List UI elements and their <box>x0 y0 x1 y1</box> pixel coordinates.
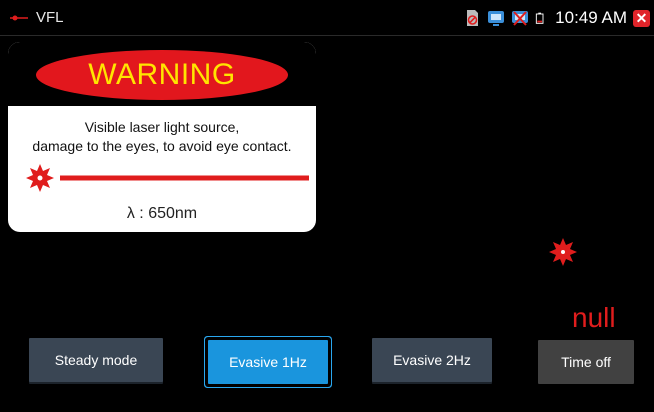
close-icon[interactable]: ✕ <box>633 9 650 27</box>
warning-line-1: Visible laser light source, <box>84 119 240 135</box>
evasive-2hz-button[interactable]: Evasive 2Hz <box>372 338 492 382</box>
wavelength-label: λ : 650nm <box>126 205 198 222</box>
network-icon <box>488 11 505 26</box>
sd-card-icon <box>467 10 479 26</box>
vfl-app-icon <box>10 15 28 21</box>
disconnected-icon <box>512 11 529 26</box>
warning-panel: WARNING Visible laser light source, dama… <box>8 42 316 232</box>
app-title: VFL <box>36 9 64 26</box>
warning-line-2: damage to the eyes, to avoid eye contact… <box>32 138 292 154</box>
battery-icon <box>536 12 544 24</box>
clock: 10:49 AM <box>555 8 627 27</box>
evasive-1hz-button[interactable]: Evasive 1Hz <box>208 340 328 384</box>
timer-value: null <box>572 302 616 333</box>
steady-mode-button[interactable]: Steady mode <box>29 338 163 382</box>
warning-title: WARNING <box>88 58 236 91</box>
warning-header: WARNING <box>8 42 316 106</box>
time-off-button[interactable]: Time off <box>538 340 634 384</box>
laser-beam-icon <box>26 164 309 192</box>
status-bar: VFL 10:49 AM ✕ <box>0 0 654 36</box>
warning-badge: WARNING <box>36 50 288 100</box>
laser-status-icon <box>549 238 577 266</box>
status-icons: 10:49 AM ✕ <box>463 6 650 30</box>
